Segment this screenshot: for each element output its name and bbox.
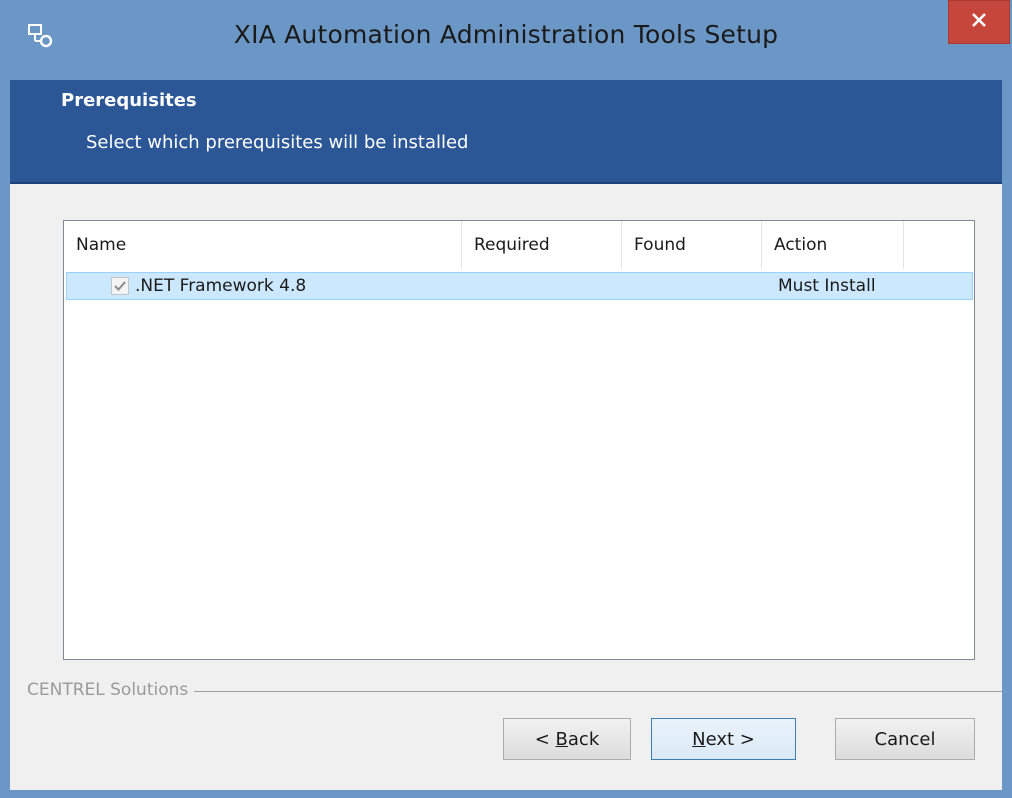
brand-label: CENTREL Solutions bbox=[27, 680, 195, 700]
close-icon bbox=[971, 12, 987, 32]
column-header-name[interactable]: Name bbox=[64, 221, 462, 269]
next-button-label: Next > bbox=[692, 728, 755, 750]
page-header: Prerequisites Select which prerequisites… bbox=[10, 80, 1002, 184]
close-button[interactable] bbox=[948, 0, 1010, 44]
table-row[interactable]: .NET Framework 4.8 Must Install bbox=[66, 272, 973, 300]
row-action: Must Install bbox=[778, 276, 876, 296]
back-button[interactable]: < Back bbox=[503, 718, 631, 760]
column-header-found[interactable]: Found bbox=[622, 221, 762, 269]
dialog-body: Prerequisites Select which prerequisites… bbox=[10, 80, 1002, 790]
cancel-button[interactable]: Cancel bbox=[835, 718, 975, 760]
back-button-label: < Back bbox=[534, 728, 600, 750]
column-header-action[interactable]: Action bbox=[762, 221, 904, 269]
column-header-required[interactable]: Required bbox=[462, 221, 622, 269]
prerequisites-list[interactable]: Name Required Found Action .NET Framewor… bbox=[63, 220, 975, 660]
page-subtitle: Select which prerequisites will be insta… bbox=[86, 132, 469, 153]
row-name: .NET Framework 4.8 bbox=[135, 276, 307, 296]
list-header: Name Required Found Action bbox=[64, 221, 974, 269]
page-title: Prerequisites bbox=[61, 90, 197, 111]
next-button[interactable]: Next > bbox=[651, 718, 796, 760]
window-title: XIA Automation Administration Tools Setu… bbox=[233, 20, 779, 49]
row-checkbox[interactable] bbox=[111, 277, 129, 295]
setup-window: XIA Automation Administration Tools Setu… bbox=[0, 0, 1012, 798]
title-bar[interactable]: XIA Automation Administration Tools Setu… bbox=[0, 0, 1012, 80]
